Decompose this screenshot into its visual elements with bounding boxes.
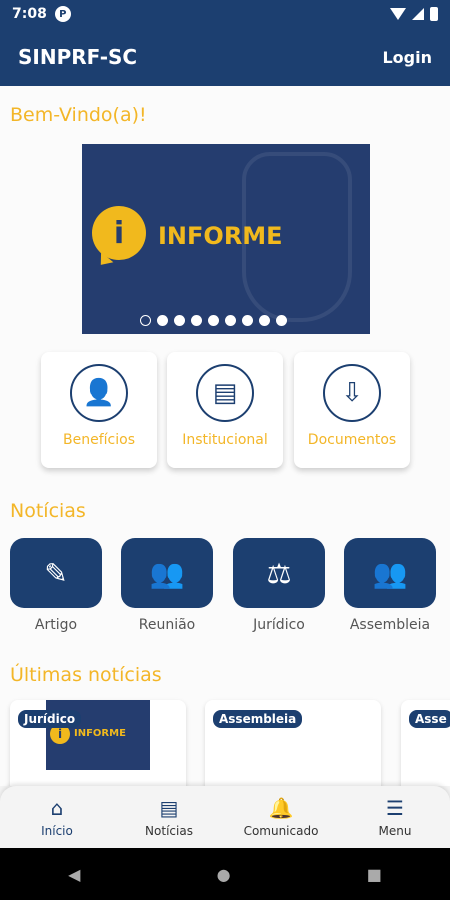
category-assembleia-button[interactable]: 👥 (344, 538, 436, 608)
carousel-dot[interactable] (225, 315, 236, 326)
app-bar: SINPRF-SC Login (0, 28, 450, 86)
news-tag: Assembleia (213, 710, 303, 728)
news-tag: Jurídico (18, 710, 82, 728)
nav-menu-label: Menu (378, 824, 412, 838)
nav-noticias[interactable]: ▤ Notícias (124, 796, 214, 838)
category-reuniao-label: Reunião (138, 617, 196, 633)
menu-icon: ☰ (386, 796, 404, 820)
banner-carousel[interactable]: i INFORME (82, 144, 370, 334)
news-card[interactable]: Assembleia (205, 700, 381, 786)
carousel-dot[interactable] (242, 315, 253, 326)
login-button[interactable]: Login (382, 48, 432, 67)
news-tag: Asse (409, 710, 450, 728)
nav-inicio-label: Início (41, 824, 73, 838)
bell-icon: 🔔 (268, 796, 294, 820)
welcome-heading: Bem-Vindo(a)! (10, 104, 147, 126)
folder-download-icon: ⇩ (323, 364, 381, 422)
home-circle-icon[interactable]: ● (217, 865, 231, 884)
status-icons (390, 7, 438, 21)
info-icon: i (92, 206, 146, 260)
app-title: SINPRF-SC (18, 45, 138, 69)
back-icon[interactable]: ◀ (68, 865, 80, 884)
home-icon: ⌂ (50, 796, 64, 820)
document-icon: ▤ (196, 364, 254, 422)
main-content[interactable]: Bem-Vindo(a)! i INFORME 👤 Benefícios ▤ I… (0, 86, 450, 786)
category-assembleia-label: Assembleia (349, 617, 431, 633)
carousel-dot[interactable] (174, 315, 185, 326)
documentos-label: Documentos (307, 432, 397, 448)
recents-icon[interactable]: ■ (367, 865, 382, 884)
carousel-dot[interactable] (276, 315, 287, 326)
nav-comunicado-label: Comunicado (243, 824, 319, 838)
carousel-dot[interactable] (191, 315, 202, 326)
scales-icon: ⚖ (266, 556, 292, 590)
noticias-heading: Notícias (10, 500, 86, 522)
category-reuniao-button[interactable]: 👥 (121, 538, 213, 608)
thumbnail-text: INFORME (74, 728, 126, 739)
institucional-label: Institucional (182, 432, 268, 448)
carousel-indicators[interactable] (140, 315, 287, 326)
ultimas-noticias-heading: Últimas notícias (10, 664, 162, 686)
nav-noticias-label: Notícias (145, 824, 193, 838)
assembly-icon: 👥 (372, 556, 408, 590)
nav-inicio[interactable]: ⌂ Início (12, 796, 102, 838)
category-juridico-button[interactable]: ⚖ (233, 538, 325, 608)
bottom-navigation: ⌂ Início ▤ Notícias 🔔 Comunicado ☰ Menu (0, 786, 450, 848)
signal-icon (412, 8, 424, 20)
edit-document-icon: ✎ (44, 556, 68, 590)
beneficios-label: Benefícios (63, 432, 135, 448)
category-juridico-label: Jurídico (253, 617, 305, 633)
institucional-card[interactable]: ▤ Institucional (167, 352, 283, 468)
banner-title: INFORME (158, 222, 283, 250)
news-card[interactable]: Asse (401, 700, 450, 786)
system-navigation-bar: ◀ ● ■ (0, 848, 450, 900)
battery-icon (430, 7, 438, 21)
nav-comunicado[interactable]: 🔔 Comunicado (236, 796, 326, 838)
wifi-icon (390, 8, 406, 20)
category-artigo-button[interactable]: ✎ (10, 538, 102, 608)
nav-menu[interactable]: ☰ Menu (350, 796, 440, 838)
news-card[interactable]: i INFORME Jurídico (10, 700, 186, 786)
user-star-icon: 👤 (70, 364, 128, 422)
carousel-dot[interactable] (140, 315, 151, 326)
category-artigo-label: Artigo (34, 617, 78, 633)
documentos-card[interactable]: ⇩ Documentos (294, 352, 410, 468)
status-time: 7:08 (12, 6, 47, 22)
news-icon: ▤ (159, 796, 179, 820)
notification-badge-icon: P (54, 6, 71, 22)
carousel-dot[interactable] (208, 315, 219, 326)
status-bar: 7:08 P (0, 0, 450, 28)
beneficios-card[interactable]: 👤 Benefícios (41, 352, 157, 468)
carousel-dot[interactable] (259, 315, 270, 326)
meeting-icon: 👥 (149, 556, 185, 590)
carousel-dot[interactable] (157, 315, 168, 326)
